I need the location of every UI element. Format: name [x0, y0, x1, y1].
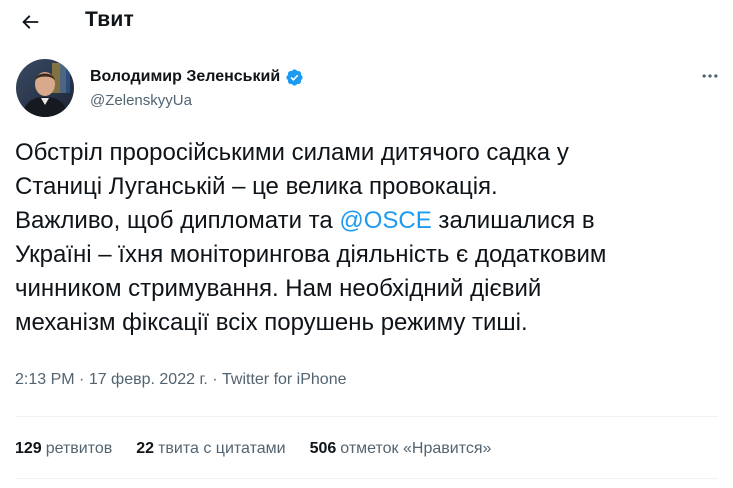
arrow-left-icon: [22, 15, 39, 29]
verified-badge-icon: [285, 68, 304, 87]
meta-separator: ·: [207, 371, 222, 388]
divider: [15, 416, 718, 417]
tweet-line: Станиці Луганській – це велика провокаці…: [15, 173, 498, 200]
quotes-count: 22: [136, 440, 155, 457]
tweet-line-text: залишалися в: [431, 207, 595, 234]
tweet-line: Важливо, щоб дипломати та @OSCE залишали…: [15, 204, 727, 238]
author-handle[interactable]: @ZelenskyyUa: [90, 92, 192, 109]
page-title: Твит: [85, 8, 134, 31]
more-dots-icon: [702, 74, 718, 78]
back-button[interactable]: [14, 6, 46, 38]
likes-label: отметок «Нравится»: [340, 440, 492, 457]
quotes-stat[interactable]: 22 твита с цитатами: [136, 440, 285, 458]
retweets-label: ретвитов: [45, 440, 113, 457]
avatar-image: [16, 59, 74, 117]
quotes-label: твита с цитатами: [158, 440, 286, 457]
more-options-button[interactable]: [694, 63, 726, 89]
author-name[interactable]: Володимир Зеленський: [90, 68, 280, 86]
likes-count: 506: [309, 440, 337, 457]
tweet-meta: 2:13 PM · 17 февр. 2022 г. · Twitter for…: [15, 371, 347, 389]
tweet-line: механізм фіксації всіх порушень режиму т…: [15, 309, 528, 336]
retweets-stat[interactable]: 129 ретвитов: [15, 440, 112, 458]
tweet-text: Обстріл проросійськими силами дитячого с…: [15, 136, 727, 340]
tweet-time[interactable]: 2:13 PM: [15, 371, 75, 389]
divider: [15, 478, 718, 479]
likes-stat[interactable]: 506 отметок «Нравится»: [310, 440, 492, 458]
mention-link[interactable]: @OSCE: [339, 207, 431, 234]
tweet-line: чинником стримування. Нам необхідний діє…: [15, 275, 542, 302]
tweet-source[interactable]: Twitter for iPhone: [222, 371, 347, 389]
avatar[interactable]: [16, 59, 74, 117]
tweet-line: Обстріл проросійськими силами дитячого с…: [15, 139, 569, 166]
tweet-stats: 129 ретвитов 22 твита с цитатами 506 отмето…: [15, 436, 515, 462]
tweet-line: Україні – їхня моніторингова діяльність …: [15, 241, 607, 268]
page-header: Твит: [0, 0, 733, 44]
tweet-line-text: Важливо, щоб дипломати та: [15, 207, 340, 234]
author-name-row[interactable]: Володимир Зеленський: [90, 66, 304, 88]
tweet-date[interactable]: 17 февр. 2022 г.: [89, 371, 208, 389]
retweets-count: 129: [15, 440, 42, 457]
meta-separator: ·: [74, 371, 89, 388]
